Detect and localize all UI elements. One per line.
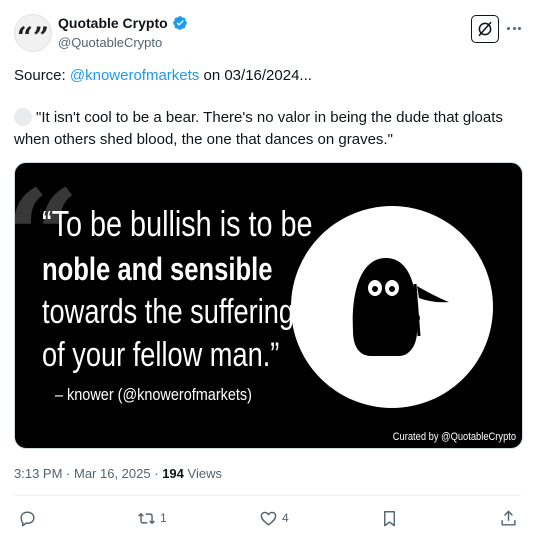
- tweet-time[interactable]: 3:13 PM: [14, 466, 62, 481]
- reply-button[interactable]: [18, 508, 37, 528]
- display-name[interactable]: Quotable Crypto: [58, 15, 168, 31]
- views-count: 194: [162, 466, 184, 481]
- heart-icon: [260, 511, 277, 526]
- more-icon-dot: [518, 26, 521, 30]
- grok-icon: [478, 21, 492, 37]
- more-icon-dot: [512, 26, 516, 30]
- bookmark-button[interactable]: [380, 508, 399, 528]
- source-mention-link[interactable]: @knowerofmarkets: [70, 67, 199, 84]
- display-name-row[interactable]: Quotable Crypto: [58, 15, 188, 31]
- source-suffix: on 03/16/2024...: [203, 67, 312, 84]
- divider: [14, 495, 521, 496]
- like-button[interactable]: 4: [259, 508, 289, 528]
- share-icon: [501, 509, 516, 526]
- source-line: Source: @knowerofmarkets on 03/16/2024..…: [14, 65, 312, 87]
- image-line-2: noble and sensible: [42, 251, 273, 287]
- views-label: Views: [187, 466, 222, 481]
- share-button[interactable]: [499, 508, 518, 528]
- quote-paragraph: "It isn't cool to be a bear. There's no …: [14, 107, 519, 151]
- tweet-date[interactable]: Mar 16, 2025: [74, 466, 151, 481]
- bookmark-icon: [384, 510, 395, 526]
- image-line-3: towards the suffering: [42, 293, 294, 331]
- handle[interactable]: @QuotableCrypto: [58, 35, 188, 50]
- tweet-meta: 3:13 PM · Mar 16, 2025 · 194 Views: [14, 466, 222, 481]
- grim-reaper-icon: [352, 258, 449, 356]
- retweet-count: 1: [160, 511, 167, 525]
- author-info: Quotable Crypto @QuotableCrypto: [58, 15, 188, 50]
- more-icon-dot: [507, 26, 510, 30]
- source-prefix: Source:: [14, 67, 66, 84]
- image-curated-label: Curated by @QuotableCrypto: [392, 431, 516, 443]
- tweet-image[interactable]: “ “To be bullish is to be noble and sens…: [14, 162, 523, 449]
- avatar-glyph: “”: [16, 21, 50, 54]
- image-attribution: – knower (@knowerofmarkets): [55, 385, 252, 404]
- more-button[interactable]: [504, 20, 524, 36]
- grok-button[interactable]: [471, 15, 499, 43]
- emoji-icon: [14, 108, 32, 126]
- like-count: 4: [282, 511, 289, 525]
- verified-badge-icon: [172, 16, 187, 30]
- retweet-icon: [138, 512, 155, 524]
- image-line-4: of your fellow man.”: [42, 336, 280, 374]
- quote-text: "It isn't cool to be a bear. There's no …: [14, 109, 503, 148]
- meta-separator: ·: [66, 466, 74, 481]
- meta-separator: ·: [154, 466, 163, 481]
- image-line-1: “To be bullish is to be: [42, 203, 313, 244]
- avatar[interactable]: “”: [14, 14, 52, 52]
- tweet: “” Quotable Crypto @QuotableCrypto Sourc…: [0, 0, 535, 537]
- reply-icon: [20, 510, 35, 526]
- illustration-circle: [291, 206, 493, 408]
- retweet-button[interactable]: 1: [137, 508, 167, 528]
